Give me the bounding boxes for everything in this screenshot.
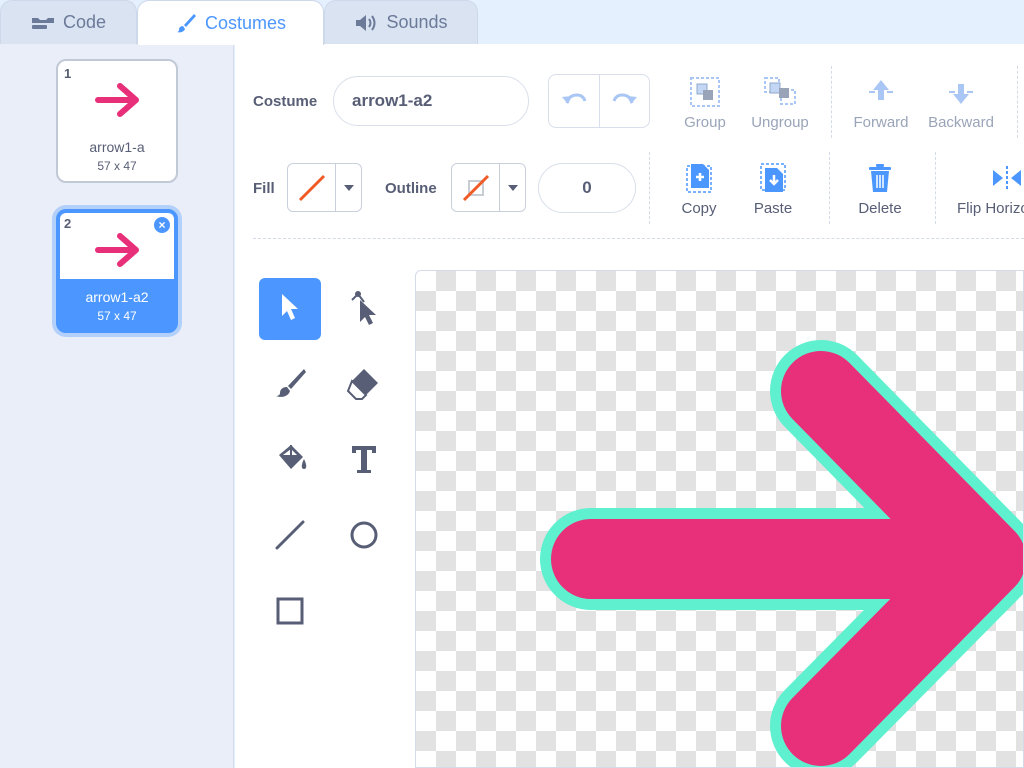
outline-width-input[interactable]: 0 <box>538 163 636 213</box>
paste-button[interactable]: Paste <box>733 160 813 217</box>
toolbar-divider <box>649 152 650 224</box>
copy-button[interactable]: Copy <box>659 160 739 217</box>
no-fill-swatch-icon <box>288 164 336 211</box>
no-outline-swatch-icon <box>452 164 500 211</box>
backward-label: Backward <box>928 114 994 131</box>
paint-bucket-icon <box>271 441 309 482</box>
reshape-icon <box>346 288 382 331</box>
costume-name: arrow1-a <box>89 139 145 155</box>
delete-costume-icon[interactable]: × <box>152 215 172 235</box>
tab-costumes-label: Costumes <box>204 12 287 33</box>
eraser-tool[interactable] <box>333 354 395 416</box>
toolbar-divider <box>829 152 830 224</box>
costume-name: arrow1-a2 <box>85 289 149 305</box>
undo-button[interactable] <box>549 75 599 127</box>
tab-sounds-label: Sounds <box>386 12 448 32</box>
text-tool[interactable] <box>333 430 395 492</box>
speaker-icon <box>354 14 378 32</box>
group-label: Group <box>684 114 726 131</box>
text-t-icon <box>349 443 379 480</box>
fill-tool[interactable] <box>259 430 321 492</box>
costume-item-1[interactable]: 1 arrow1-a 57 x 47 <box>56 59 178 183</box>
drawing-canvas[interactable] <box>415 270 1024 768</box>
outline-label: Outline <box>385 180 437 197</box>
line-icon <box>273 518 307 557</box>
tab-code-label: Code <box>62 12 107 32</box>
paint-editor: Costume arrow1-a2 Group Ungroup Forward … <box>235 44 1024 768</box>
ungroup-button[interactable]: Ungroup <box>740 74 820 131</box>
tab-costumes[interactable]: Costumes <box>137 0 324 45</box>
redo-button[interactable] <box>599 75 649 127</box>
fill-color-picker[interactable] <box>287 163 362 212</box>
costume-number: 1 <box>64 66 72 81</box>
paste-label: Paste <box>753 200 793 217</box>
group-button[interactable]: Group <box>665 74 745 131</box>
paint-editor-app: Code Costumes Sounds 1 arrow1-a 57 x 47 <box>0 0 1024 768</box>
tab-sounds[interactable]: Sounds <box>324 0 478 44</box>
line-tool[interactable] <box>259 506 321 568</box>
forward-label: Forward <box>853 114 909 131</box>
toolbar-bottom-divider <box>253 238 1024 239</box>
rectangle-icon <box>274 595 306 632</box>
backward-arrow-icon <box>921 74 1001 110</box>
circle-icon <box>348 519 380 556</box>
costume-size: 57 x 47 <box>97 159 137 173</box>
forward-button[interactable]: Forward <box>841 74 921 131</box>
flip-horizontal-icon <box>955 160 1024 196</box>
undo-redo-group <box>548 74 650 128</box>
copy-icon <box>659 160 739 196</box>
forward-arrow-icon <box>841 74 921 110</box>
chevron-down-icon <box>336 164 361 211</box>
eraser-icon <box>346 365 382 406</box>
flip-horizontal-label: Flip Horizo <box>957 200 1024 217</box>
toolbar-divider <box>1017 66 1018 138</box>
code-icon <box>31 15 55 31</box>
fill-label: Fill <box>253 180 275 197</box>
undo-icon <box>561 91 587 112</box>
brush-tool[interactable] <box>259 354 321 416</box>
circle-tool[interactable] <box>333 506 395 568</box>
tab-bar: Code Costumes Sounds <box>0 0 1024 45</box>
flip-horizontal-button[interactable]: Flip Horizo <box>955 160 1024 217</box>
costume-label: Costume <box>253 93 318 110</box>
cursor-arrow-icon <box>278 292 302 327</box>
delete-label: Delete <box>858 200 902 217</box>
group-icon <box>665 74 745 110</box>
costume-name-input[interactable]: arrow1-a2 <box>333 76 529 126</box>
select-tool[interactable] <box>259 278 321 340</box>
tab-code[interactable]: Code <box>0 0 137 44</box>
ungroup-icon <box>740 74 820 110</box>
backward-button[interactable]: Backward <box>921 74 1001 131</box>
toolbar-divider <box>831 66 832 138</box>
arrow-thumbnail <box>88 227 148 278</box>
paintbrush-icon <box>175 12 197 34</box>
toolbar-divider <box>935 152 936 224</box>
paste-icon <box>733 160 813 196</box>
brush-icon <box>272 366 308 405</box>
redo-icon <box>612 91 638 112</box>
delete-button[interactable]: Delete <box>840 160 920 217</box>
arrow-shape[interactable] <box>416 271 1024 768</box>
costume-item-2[interactable]: 2 × arrow1-a2 57 x 47 <box>56 209 178 333</box>
ungroup-label: Ungroup <box>751 114 809 131</box>
costume-list: 1 arrow1-a 57 x 47 2 × arrow1-a2 57 x 47 <box>0 44 234 768</box>
reshape-tool[interactable] <box>333 278 395 340</box>
arrow-thumbnail <box>88 77 148 128</box>
costume-size: 57 x 47 <box>97 309 137 323</box>
copy-label: Copy <box>681 200 717 217</box>
chevron-down-icon <box>500 164 525 211</box>
rectangle-tool[interactable] <box>259 582 321 644</box>
outline-color-picker[interactable] <box>451 163 526 212</box>
trash-icon <box>840 160 920 196</box>
costume-number: 2 <box>64 216 72 231</box>
